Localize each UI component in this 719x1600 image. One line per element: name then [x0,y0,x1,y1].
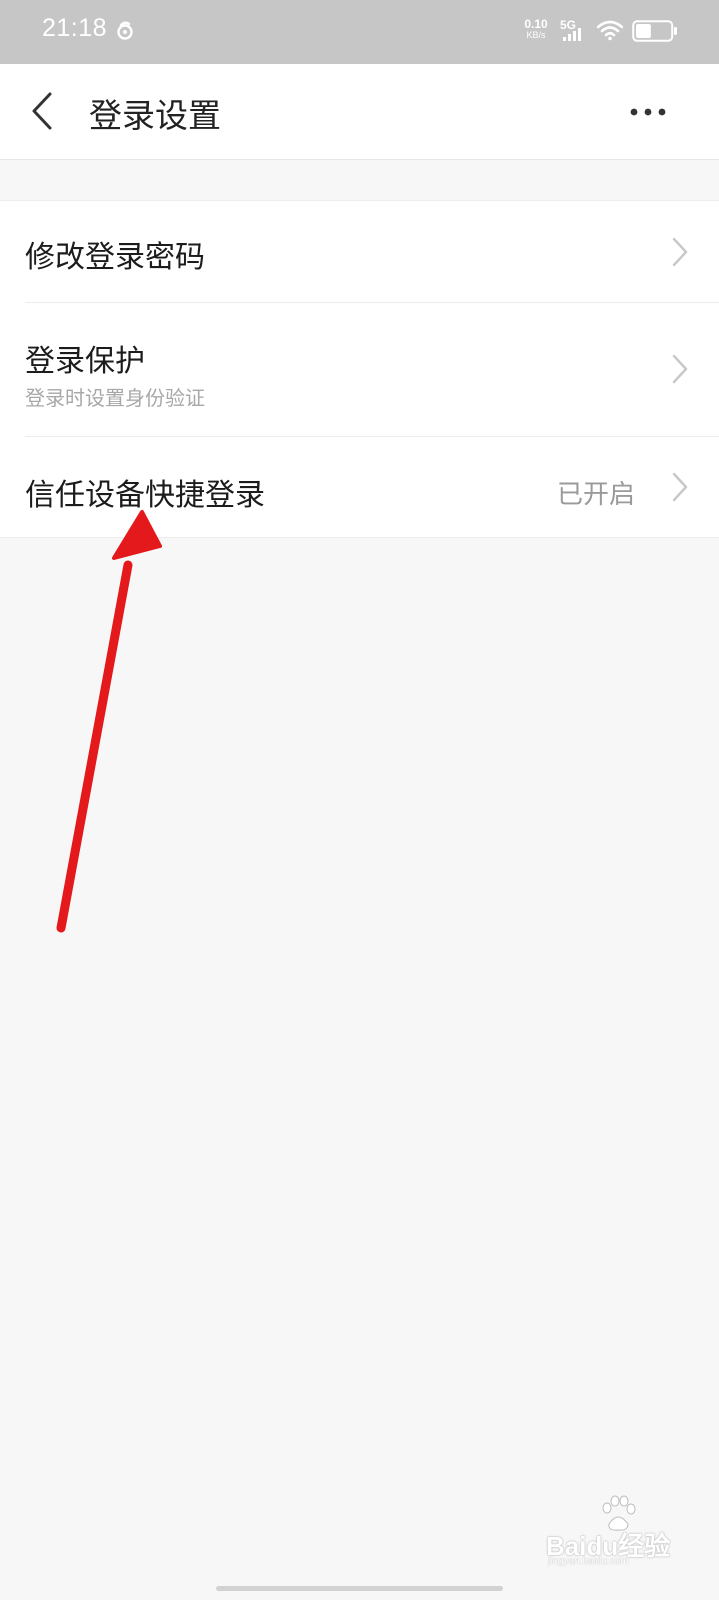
network-speed-value: 0.10 [524,17,548,31]
baidu-watermark: Baidu经验 jingyan.baidu.com [546,1492,696,1570]
wifi-icon [597,20,623,41]
back-button[interactable] [26,88,66,134]
settings-list: 修改登录密码 登录保护 登录时设置身份验证 信任设备快捷登录 已开启 [0,200,719,538]
annotation-arrow-shaft [56,560,133,933]
app-header: 登录设置 [0,64,719,160]
list-item-subtitle: 登录时设置身份验证 [25,386,205,410]
status-time: 21:18 [42,14,108,42]
chevron-right-icon [672,354,688,384]
network-speed: 0.10 KB/s [520,17,552,41]
list-item-change-password[interactable]: 修改登录密码 [0,201,719,302]
battery-icon [632,20,677,42]
more-options-button[interactable] [624,100,672,124]
more-dots-icon [630,108,666,116]
list-item-title: 登录保护 [25,344,145,379]
list-item-login-protection[interactable]: 登录保护 登录时设置身份验证 [0,302,719,436]
list-item-status: 已开启 [556,480,635,510]
list-item-title: 信任设备快捷登录 [25,478,265,513]
cellular-signal: 5G [560,18,590,44]
signal-bars-icon [563,28,581,41]
watermark-url: jingyan.baidu.com [548,1556,629,1567]
list-item-trusted-device-login[interactable]: 信任设备快捷登录 已开启 [0,436,719,537]
page-title: 登录设置 [89,96,221,135]
network-speed-unit: KB/s [526,30,546,40]
app-notification-icon [117,21,133,40]
chevron-right-icon [672,472,688,502]
list-item-title: 修改登录密码 [25,240,205,275]
home-indicator[interactable] [216,1586,503,1591]
chevron-right-icon [672,237,688,267]
status-bar: 21:18 0.10 KB/s 5G [0,0,719,64]
chevron-left-icon [32,92,52,130]
